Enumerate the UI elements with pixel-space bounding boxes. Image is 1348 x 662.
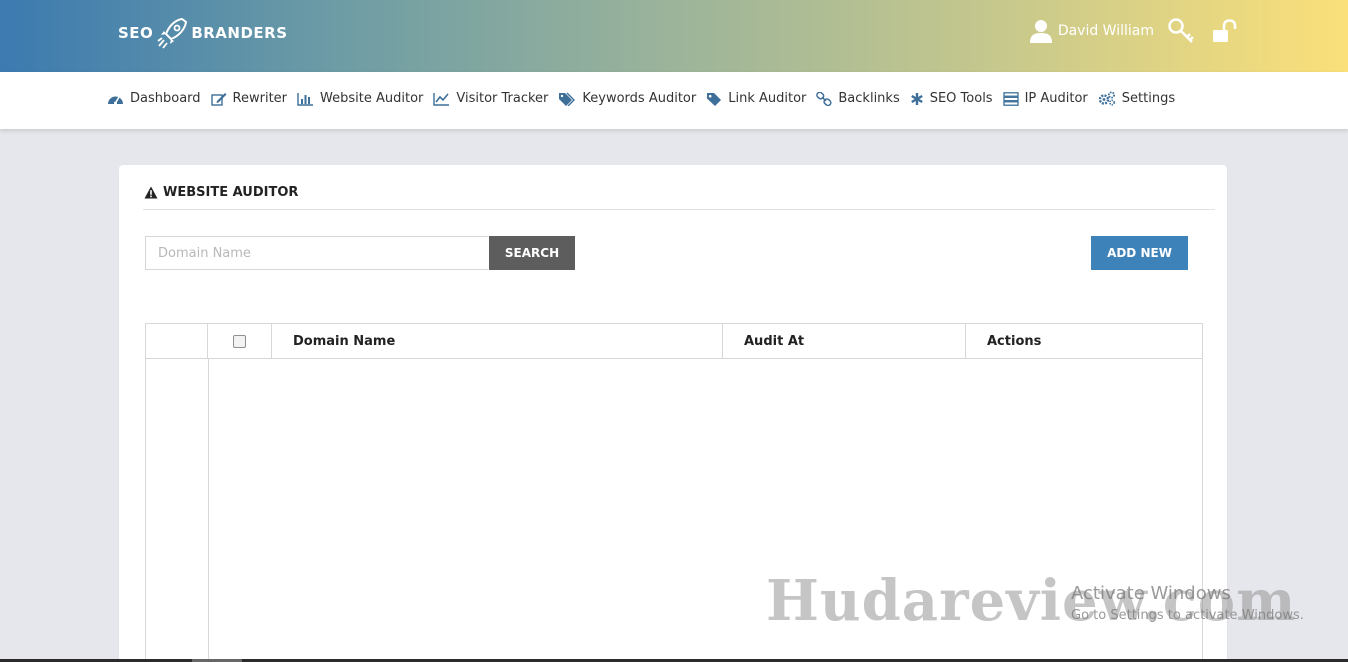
bar-chart-icon — [297, 92, 314, 106]
column-header-select — [208, 324, 272, 358]
column-header-actions: Actions — [987, 333, 1042, 349]
column-header-blank — [146, 324, 208, 358]
warning-icon — [144, 186, 158, 199]
nav-item-settings[interactable]: Settings — [1098, 91, 1175, 106]
key-icon[interactable] — [1168, 18, 1196, 44]
nav-item-seo-tools[interactable]: SEO Tools — [910, 91, 993, 106]
panel-title: WEBSITE AUDITOR — [144, 185, 298, 200]
panel-title-text: WEBSITE AUDITOR — [163, 185, 299, 200]
user-name[interactable]: David William — [1058, 23, 1154, 39]
search-button[interactable]: SEARCH — [489, 236, 575, 270]
nav-item-rewriter[interactable]: Rewriter — [210, 91, 287, 106]
logo-text-right: BRANDERS — [191, 24, 288, 42]
column-header-domain-name[interactable]: Domain Name — [272, 324, 723, 358]
nav-item-dashboard[interactable]: Dashboard — [107, 91, 201, 106]
nav-item-ip-auditor[interactable]: IP Auditor — [1002, 91, 1088, 106]
link-icon — [816, 91, 832, 106]
add-new-button[interactable]: ADD NEW — [1091, 236, 1188, 270]
tags-icon — [559, 92, 576, 106]
nav-item-backlinks[interactable]: Backlinks — [816, 91, 900, 106]
unlock-icon[interactable] — [1212, 19, 1238, 43]
nav-item-website-auditor[interactable]: Website Auditor — [297, 91, 423, 106]
line-chart-icon — [433, 92, 450, 106]
dashboard-icon — [108, 96, 123, 104]
edit-icon — [210, 92, 227, 106]
server-icon — [1002, 91, 1019, 106]
column-header-audit-at[interactable]: Audit At — [723, 324, 966, 358]
user-icon[interactable] — [1029, 19, 1052, 43]
tag-icon — [707, 92, 722, 106]
panel-divider — [143, 209, 1215, 210]
main-nav: Dashboard Rewriter Website Auditor Visit… — [0, 72, 1348, 129]
rocket-icon — [157, 17, 188, 49]
top-header: SEO BRANDERS David William — [0, 0, 1348, 72]
activate-title: Activate Windows — [1071, 583, 1231, 604]
domain-search-input[interactable] — [145, 236, 488, 270]
activate-windows-notice: Activate Windows Go to Settings to activ… — [1071, 583, 1304, 623]
logo-text-left: SEO — [118, 24, 154, 42]
nav-item-link-auditor[interactable]: Link Auditor — [706, 91, 806, 106]
cogs-icon — [1098, 91, 1115, 106]
table-header: Domain Name Audit At Actions — [146, 324, 1202, 359]
nav-item-visitor-tracker[interactable]: Visitor Tracker — [433, 91, 548, 106]
nav-item-keywords-auditor[interactable]: Keywords Auditor — [558, 91, 696, 106]
select-all-checkbox[interactable] — [233, 334, 246, 348]
activate-subtitle: Go to Settings to activate Windows. — [1071, 608, 1304, 623]
table-body — [208, 359, 209, 662]
logo[interactable]: SEO BRANDERS — [118, 15, 288, 51]
asterisk-icon — [910, 92, 923, 105]
user-area: David William — [1029, 18, 1238, 44]
